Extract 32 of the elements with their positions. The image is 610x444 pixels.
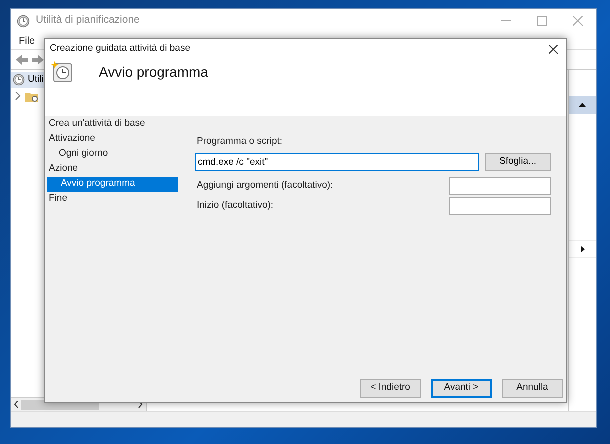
field-label: Aggiungi argomenti (facoltativo):	[197, 179, 334, 194]
browse-button[interactable]: Sfoglia...	[485, 153, 551, 172]
wizard-step[interactable]: Azione	[45, 162, 181, 177]
input-field[interactable]	[449, 177, 551, 196]
dialog-title: Creazione guidata attività di base	[50, 42, 190, 56]
dialog-button[interactable]: Avanti >	[431, 379, 492, 398]
clock-icon	[17, 14, 30, 28]
menu-item[interactable]: File	[19, 34, 36, 48]
scroll-left-icon[interactable]	[14, 401, 19, 408]
back-arrow-icon[interactable]	[15, 54, 29, 66]
chevron-right-icon[interactable]	[15, 92, 21, 100]
input-field[interactable]	[449, 197, 551, 216]
clock-icon	[13, 74, 25, 86]
window-title: Utilità di pianificazione	[36, 13, 140, 28]
folder-icon	[25, 90, 38, 102]
field-label: Programma o script:	[197, 135, 284, 149]
dialog-button[interactable]: Annulla	[502, 379, 563, 398]
wizard-step[interactable]: Crea un'attività di base	[45, 117, 181, 132]
page-heading: Avvio programma	[99, 62, 208, 82]
submenu-triangle-icon[interactable]	[580, 246, 584, 252]
scheduled-task-icon	[51, 61, 73, 83]
dialog-button[interactable]: < Indietro	[360, 379, 421, 398]
maximize-icon[interactable]	[537, 16, 547, 26]
field-label: Inizio (facoltativo):	[197, 199, 274, 214]
input-field[interactable]: cmd.exe /c "exit"	[195, 153, 479, 172]
wizard-step[interactable]: Fine	[45, 192, 181, 207]
collapse-triangle-icon[interactable]	[579, 103, 586, 107]
wizard-step[interactable]: Ogni giorno	[45, 147, 181, 162]
wizard-step[interactable]: Avvio programma	[47, 177, 178, 192]
forward-arrow-icon[interactable]	[31, 54, 45, 66]
wizard-step[interactable]: Attivazione	[45, 132, 181, 147]
close-icon[interactable]	[549, 44, 558, 54]
